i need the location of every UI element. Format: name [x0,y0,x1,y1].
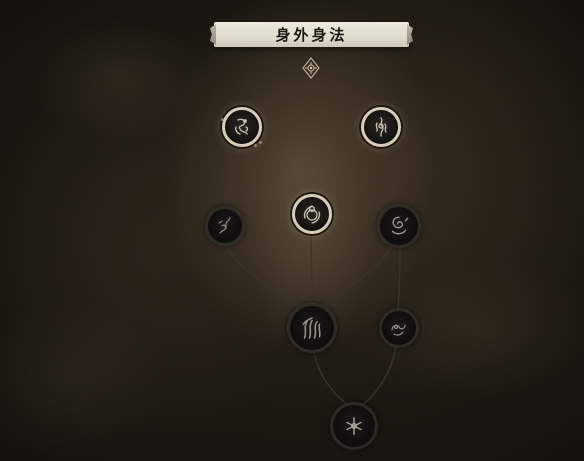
spinning-gourd-icon [303,205,321,224]
link-node1-node4 [223,145,241,209]
title-banner: 身外身法 [214,22,409,47]
skill-tree-screen: 身外身法 [0,0,584,461]
cloud-serpent-icon [391,324,406,336]
skill-node-twisted-vine[interactable] [206,207,244,245]
skill-node-cloud-serpent[interactable] [380,309,418,347]
hair-clone-icon [302,317,321,339]
sparkle-dot [254,144,257,147]
skill-node-scattered-stars[interactable] [331,403,377,449]
skill-node-flaming-figure[interactable] [361,107,401,147]
skill-node-spinning-gourd[interactable] [292,194,332,234]
scattered-stars-icon [346,417,362,435]
link-node6-node7 [397,247,401,311]
sparkle-dot [221,118,224,121]
flaming-figure-icon [375,117,387,137]
link-node5-node8 [313,351,349,406]
skill-node-wind-swirl[interactable] [378,205,420,247]
wind-swirl-icon [391,216,409,235]
link-node6-node5 [325,245,393,307]
skill-node-swirling-monkey[interactable] [222,107,262,147]
skill-node-hair-clone[interactable] [288,304,336,352]
link-node7-node8 [361,345,397,406]
swirling-monkey-icon [235,118,249,135]
page-title: 身外身法 [275,26,348,44]
twisted-vine-icon [218,217,231,234]
link-node3-node5 [310,231,314,303]
link-node2-node6 [381,145,399,207]
sparkle-dot [259,141,262,144]
diamond-flower-ornament-icon [302,57,320,79]
skill-tree-links [223,145,401,406]
link-node4-node5 [225,245,301,309]
